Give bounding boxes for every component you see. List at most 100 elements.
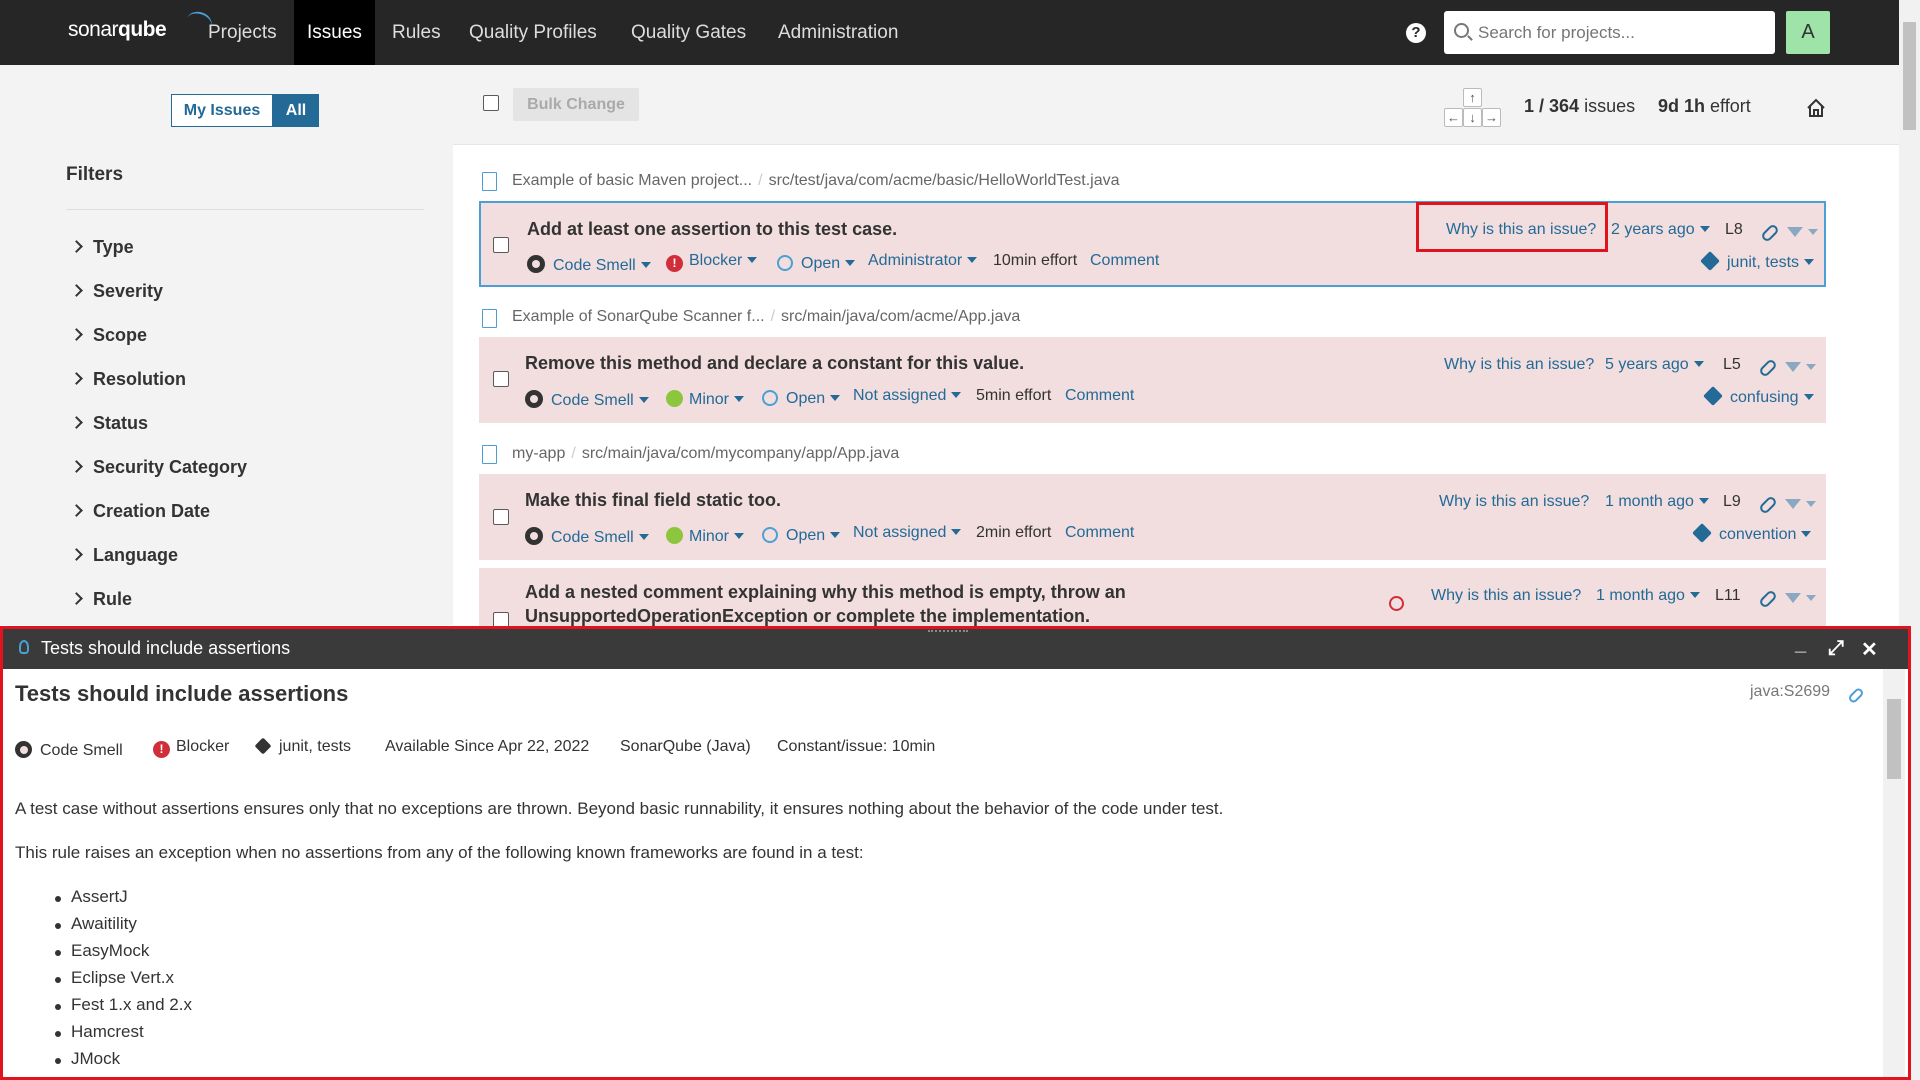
- home-icon[interactable]: [1806, 98, 1826, 118]
- user-avatar[interactable]: A: [1786, 11, 1830, 54]
- facet-status[interactable]: Status: [70, 413, 148, 434]
- issue-title-line2[interactable]: UnsupportedOperationException or complet…: [525, 606, 1090, 626]
- why-issue-link[interactable]: Why is this an issue?: [1444, 356, 1594, 374]
- why-issue-link[interactable]: Why is this an issue?: [1431, 587, 1581, 605]
- facet-resolution[interactable]: Resolution: [70, 369, 186, 390]
- rule-tags: junit, tests: [254, 737, 351, 756]
- facet-scope[interactable]: Scope: [70, 325, 147, 346]
- facet-severity[interactable]: Severity: [70, 281, 163, 302]
- issue-age[interactable]: 1 month ago: [1605, 493, 1709, 511]
- project-name[interactable]: my-app: [512, 445, 565, 462]
- comment-link[interactable]: Comment: [1090, 252, 1159, 270]
- issue-checkbox[interactable]: [493, 612, 509, 626]
- resize-handle[interactable]: [928, 630, 968, 633]
- filter-similar-icon[interactable]: [1785, 590, 1816, 608]
- file-path[interactable]: src/main/java/com/acme/App.java: [781, 308, 1020, 325]
- issue-age[interactable]: 2 years ago: [1611, 221, 1710, 239]
- issue-type[interactable]: Code Smell: [525, 524, 649, 547]
- issue-severity-label: Minor: [689, 528, 730, 545]
- issue-severity[interactable]: Minor: [666, 387, 745, 409]
- issue-assignee[interactable]: Not assigned: [853, 524, 962, 542]
- issue-age[interactable]: 1 month ago: [1596, 587, 1700, 605]
- file-path[interactable]: src/test/java/com/acme/basic/HelloWorldT…: [769, 172, 1120, 189]
- facet-rule[interactable]: Rule: [70, 589, 132, 610]
- panel-scrollbar[interactable]: [1883, 669, 1905, 1077]
- permalink-icon[interactable]: [1758, 495, 1778, 515]
- panel-scrollbar-thumb[interactable]: [1887, 699, 1901, 779]
- filter-similar-icon[interactable]: [1785, 496, 1816, 514]
- facet-label: Security Category: [93, 457, 248, 477]
- issue-card[interactable]: Add a nested comment explaining why this…: [479, 568, 1826, 626]
- issue-type[interactable]: Code Smell: [527, 252, 651, 275]
- issue-assignee[interactable]: Not assigned: [853, 387, 962, 405]
- nav-rules[interactable]: Rules: [379, 0, 454, 65]
- comment-link[interactable]: Comment: [1065, 387, 1134, 405]
- facet-creation-date[interactable]: Creation Date: [70, 501, 210, 522]
- permalink-icon[interactable]: [1758, 589, 1778, 609]
- project-name[interactable]: Example of SonarQube Scanner f...: [512, 308, 765, 325]
- issue-status[interactable]: Open: [762, 387, 841, 408]
- caret-down-icon: [1689, 592, 1700, 598]
- filters-divider: [66, 209, 424, 210]
- expand-icon[interactable]: ⤢: [1828, 637, 1844, 660]
- issue-title-line1[interactable]: Add a nested comment explaining why this…: [525, 582, 1126, 603]
- nav-quality-gates[interactable]: Quality Gates: [618, 0, 759, 65]
- issue-severity[interactable]: Minor: [666, 524, 745, 546]
- nav-issues[interactable]: Issues: [294, 0, 375, 65]
- close-icon[interactable]: ✕: [1861, 637, 1878, 662]
- issue-tags[interactable]: junit, tests: [1700, 251, 1815, 272]
- sonarqube-logo[interactable]: sonarqube: [68, 8, 215, 42]
- issue-type[interactable]: Code Smell: [525, 387, 649, 410]
- select-all-checkbox[interactable]: [483, 95, 499, 111]
- project-search[interactable]: [1444, 11, 1775, 54]
- list-item: JMock: [55, 1049, 192, 1076]
- filter-similar-icon[interactable]: [1785, 359, 1816, 377]
- issue-checkbox[interactable]: [493, 509, 509, 525]
- filter-similar-icon[interactable]: [1787, 224, 1818, 242]
- issue-card[interactable]: Add at least one assertion to this test …: [479, 201, 1826, 287]
- open-status-icon: [762, 527, 778, 543]
- issue-status[interactable]: Open: [777, 252, 856, 273]
- chevron-right-icon: [70, 240, 83, 253]
- facet-language[interactable]: Language: [70, 545, 178, 566]
- issue-card[interactable]: Remove this method and declare a constan…: [479, 337, 1826, 423]
- issue-checkbox[interactable]: [493, 371, 509, 387]
- nav-projects[interactable]: Projects: [195, 0, 290, 65]
- issue-severity[interactable]: ! Blocker: [666, 252, 758, 272]
- search-input[interactable]: [1478, 11, 1768, 54]
- page-scrollbar-thumb[interactable]: [1903, 22, 1916, 130]
- issue-age[interactable]: 5 years ago: [1605, 356, 1704, 374]
- why-issue-link[interactable]: Why is this an issue?: [1439, 493, 1589, 511]
- permalink-icon[interactable]: [1758, 358, 1778, 378]
- nav-administration[interactable]: Administration: [765, 0, 911, 65]
- caret-down-icon: [1698, 498, 1709, 504]
- issue-title[interactable]: Make this final field static too.: [525, 490, 781, 511]
- chevron-right-icon: [70, 460, 83, 473]
- permalink-icon[interactable]: [1760, 223, 1780, 243]
- rule-description-p2: This rule raises an exception when no as…: [15, 843, 864, 862]
- facet-type[interactable]: Type: [70, 237, 134, 258]
- file-path[interactable]: src/main/java/com/mycompany/app/App.java: [582, 445, 899, 462]
- caret-down-icon: [830, 532, 841, 538]
- help-icon[interactable]: ?: [1406, 23, 1426, 43]
- issue-title[interactable]: Add at least one assertion to this test …: [527, 219, 897, 240]
- issue-checkbox[interactable]: [493, 237, 509, 253]
- my-issues-toggle[interactable]: My Issues: [171, 94, 273, 127]
- bulk-change-button[interactable]: Bulk Change: [513, 88, 639, 121]
- issue-card[interactable]: Make this final field static too. Code S…: [479, 474, 1826, 560]
- rule-link-icon[interactable]: [1847, 686, 1865, 705]
- facet-security-category[interactable]: Security Category: [70, 457, 248, 478]
- project-name[interactable]: Example of basic Maven project...: [512, 172, 752, 189]
- issue-title[interactable]: Remove this method and declare a constan…: [525, 353, 1024, 374]
- panel-body: Tests should include assertions java:S26…: [3, 669, 1883, 1077]
- issue-assignee-label: Not assigned: [853, 524, 947, 541]
- issue-assignee[interactable]: Administrator: [868, 252, 978, 270]
- issue-tags[interactable]: confusing: [1703, 386, 1814, 407]
- comment-link[interactable]: Comment: [1065, 524, 1134, 542]
- nav-quality-profiles[interactable]: Quality Profiles: [456, 0, 610, 65]
- search-icon: [1454, 23, 1469, 38]
- minimize-icon[interactable]: _: [1795, 633, 1806, 656]
- issue-tags[interactable]: convention: [1692, 523, 1812, 544]
- all-issues-toggle[interactable]: All: [273, 94, 319, 127]
- issue-status[interactable]: Open: [762, 524, 841, 545]
